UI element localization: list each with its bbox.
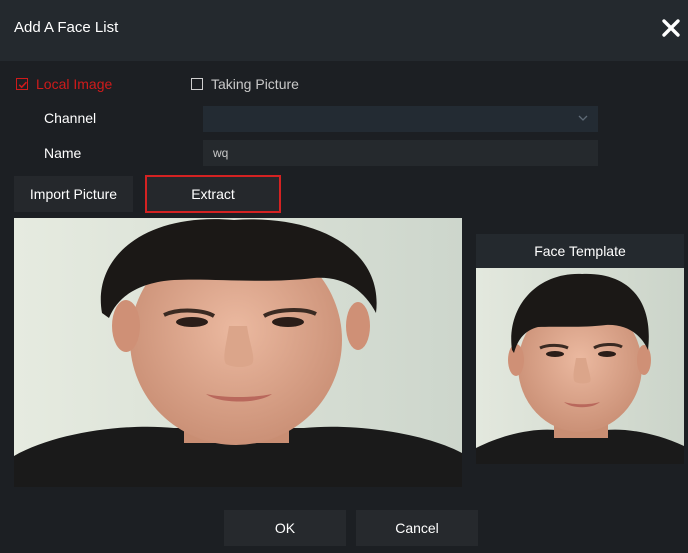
face-template-photo	[476, 268, 684, 464]
local-image-checkbox[interactable]	[16, 78, 28, 90]
checkmark-icon	[18, 81, 27, 89]
channel-select[interactable]	[203, 106, 598, 132]
extract-button[interactable]: Extract	[145, 175, 281, 213]
taking-picture-option[interactable]: Taking Picture	[191, 74, 299, 94]
face-photo-image	[14, 218, 462, 487]
cancel-button[interactable]: Cancel	[356, 510, 478, 546]
taking-picture-label: Taking Picture	[211, 76, 299, 92]
channel-label: Channel	[44, 110, 97, 126]
taking-picture-checkbox[interactable]	[191, 78, 203, 90]
local-image-option[interactable]: Local Image	[16, 74, 112, 94]
imported-photo	[14, 218, 462, 487]
close-icon[interactable]	[660, 16, 682, 40]
face-template-image	[476, 268, 684, 464]
name-label: Name	[44, 145, 82, 161]
dialog-titlebar: Add A Face List	[0, 0, 688, 61]
name-input[interactable]: wq	[203, 140, 598, 166]
ok-button[interactable]: OK	[224, 510, 346, 546]
close-button[interactable]	[660, 16, 682, 40]
dialog-title: Add A Face List	[14, 19, 119, 36]
local-image-label: Local Image	[36, 76, 113, 92]
face-template-header: Face Template	[476, 234, 684, 268]
chevron-down-icon	[578, 115, 588, 121]
import-picture-button[interactable]: Import Picture	[14, 176, 133, 212]
add-face-list-dialog: Add A Face List Local Image Taking Pictu…	[0, 0, 688, 553]
